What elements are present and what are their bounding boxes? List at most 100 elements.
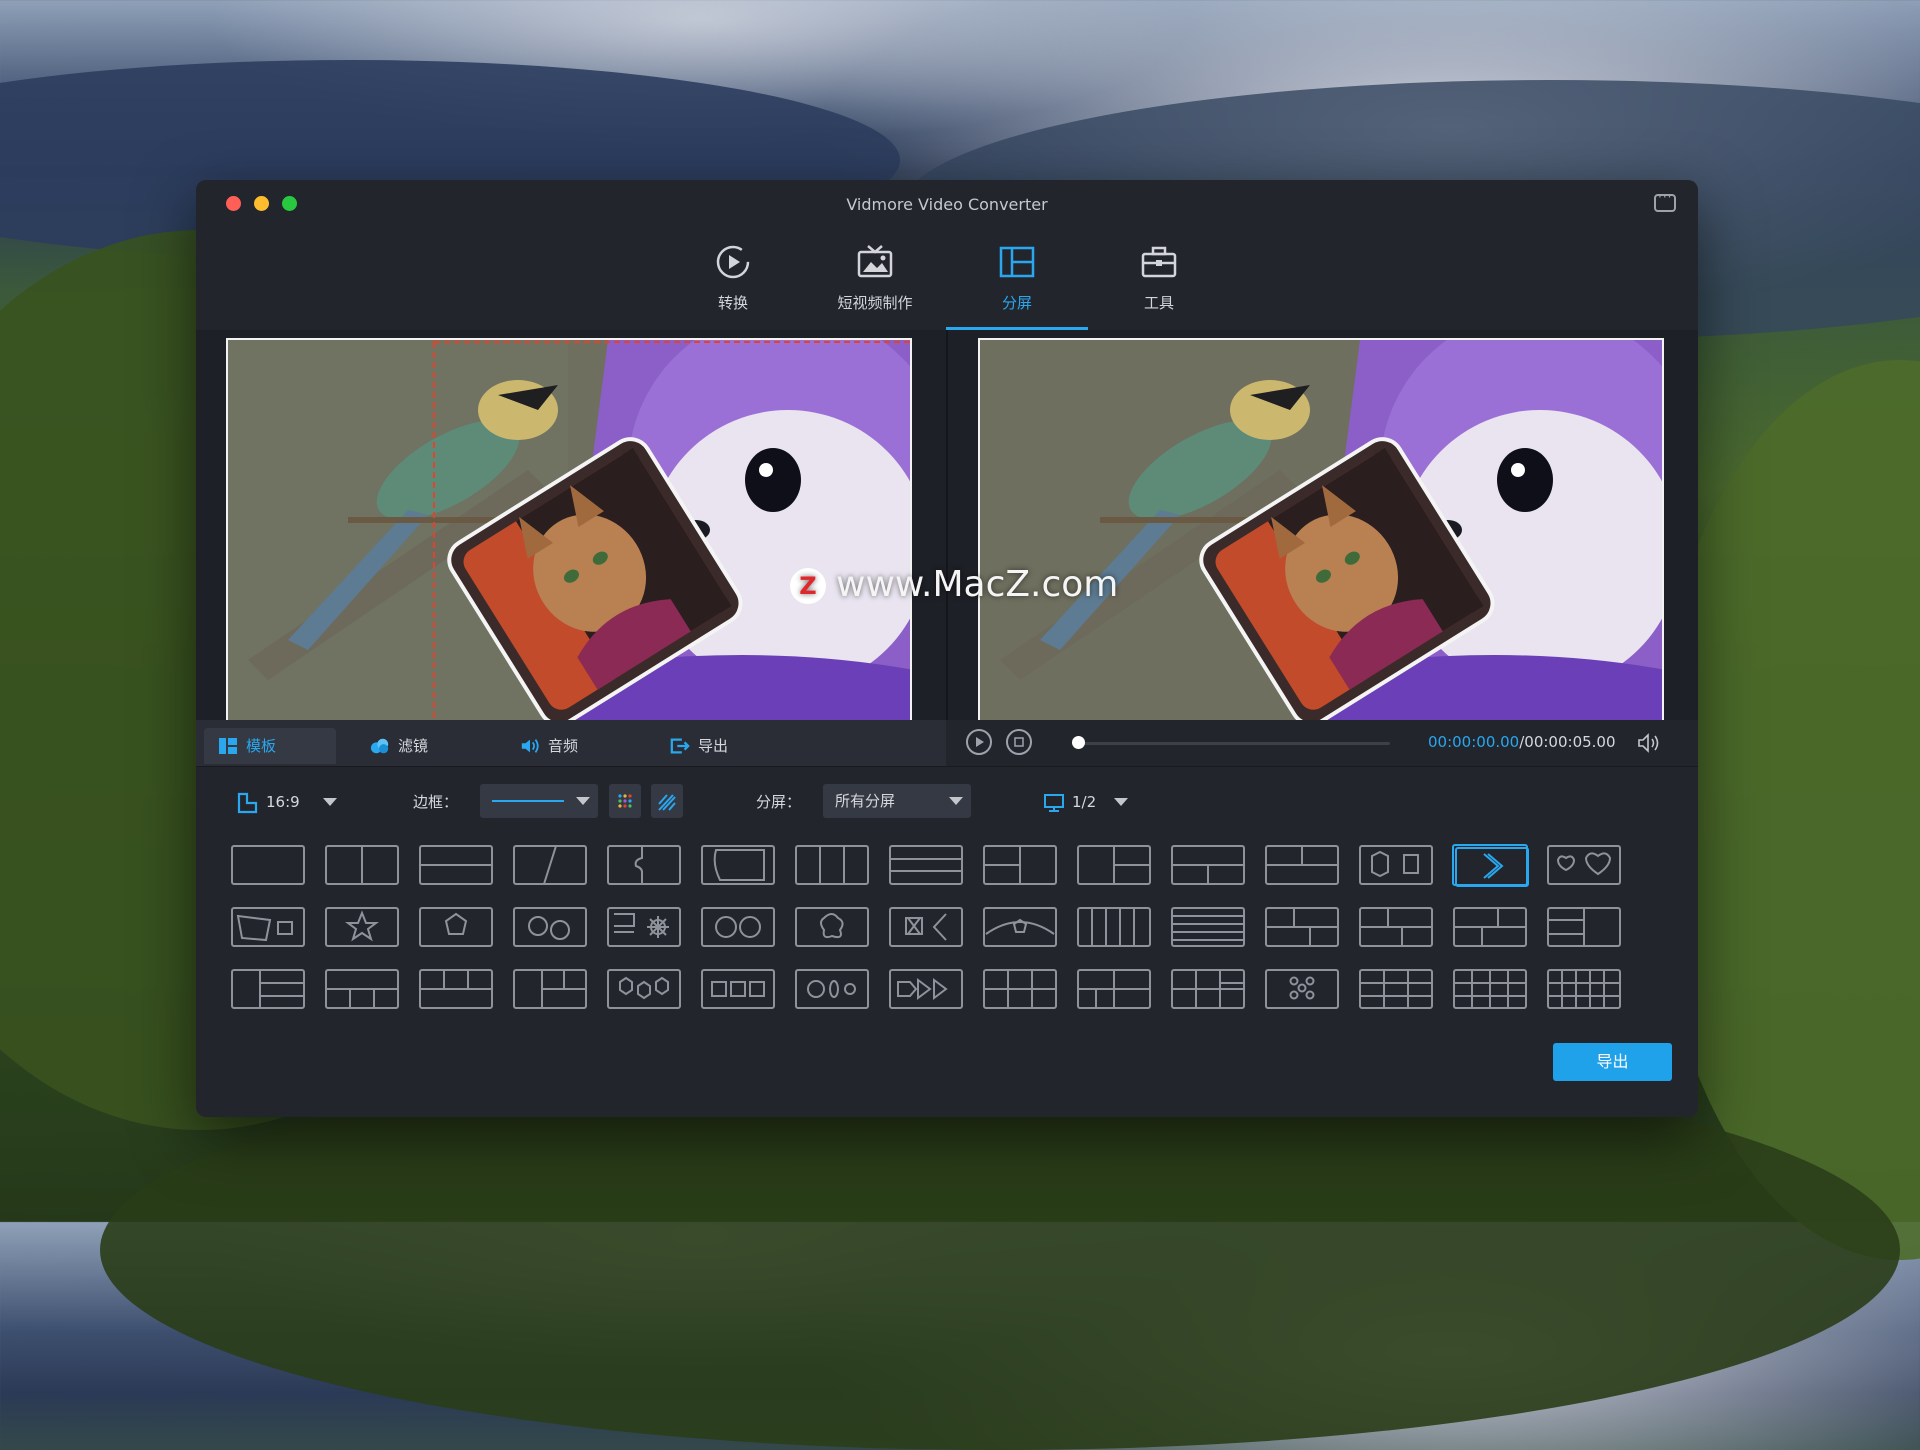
- split-template-10[interactable]: [1076, 844, 1152, 886]
- border-color-button[interactable]: [609, 784, 641, 818]
- main-tabs: 转换 短视频制作 分屏 工具: [196, 238, 1698, 330]
- tab-mv[interactable]: 短视频制作: [804, 238, 946, 330]
- template-layout-icon: [325, 907, 399, 947]
- split-template-15[interactable]: [1546, 844, 1622, 886]
- split-template-2[interactable]: [324, 844, 400, 886]
- tab-filter[interactable]: 滤镜: [356, 728, 486, 764]
- split-template-35[interactable]: [606, 968, 682, 1010]
- page-value: 1/2: [1072, 793, 1097, 811]
- split-template-16[interactable]: [230, 906, 306, 948]
- split-template-31[interactable]: [230, 968, 306, 1010]
- split-template-3[interactable]: [418, 844, 494, 886]
- template-layout-icon: [607, 969, 681, 1009]
- split-template-14[interactable]: [1452, 844, 1529, 887]
- split-template-1[interactable]: [230, 844, 306, 886]
- split-label: 分屏：: [756, 793, 802, 811]
- page-select[interactable]: 1/2: [1044, 784, 1172, 820]
- watermark-text: www.MacZ.com: [836, 564, 1119, 605]
- template-layout-icon: [607, 907, 681, 947]
- template-layout-icon: [1359, 845, 1433, 885]
- export-button[interactable]: 导出: [1553, 1043, 1672, 1081]
- stop-button[interactable]: [1006, 729, 1032, 755]
- tab-convert[interactable]: 转换: [662, 238, 804, 330]
- template-layout-icon: [325, 969, 399, 1009]
- split-template-18[interactable]: [418, 906, 494, 948]
- template-layout-icon: [419, 969, 493, 1009]
- split-template-43[interactable]: [1358, 968, 1434, 1010]
- monitor-icon: [1044, 794, 1064, 812]
- feedback-chat-icon[interactable]: [1654, 190, 1676, 212]
- progress-track[interactable]: [1076, 742, 1390, 745]
- color-grid-icon: [618, 794, 632, 808]
- split-template-4[interactable]: [512, 844, 588, 886]
- chevron-down-icon: [1114, 798, 1128, 806]
- tab-audio[interactable]: 音频: [506, 728, 636, 764]
- split-template-6[interactable]: [700, 844, 776, 886]
- total-time: /00:00:05.00: [1519, 733, 1616, 751]
- split-template-17[interactable]: [324, 906, 400, 948]
- split-template-11[interactable]: [1170, 844, 1246, 886]
- split-template-44[interactable]: [1452, 968, 1528, 1010]
- split-template-12[interactable]: [1264, 844, 1340, 886]
- split-template-34[interactable]: [512, 968, 588, 1010]
- split-template-24[interactable]: [982, 906, 1058, 948]
- split-template-13[interactable]: [1358, 844, 1434, 886]
- template-layout-icon: [607, 845, 681, 885]
- filter-icon: [370, 738, 389, 754]
- tab-toolbox[interactable]: 工具: [1088, 238, 1230, 330]
- split-template-7[interactable]: [794, 844, 870, 886]
- split-type-select[interactable]: 所有分屏: [823, 784, 971, 818]
- template-layout-icon: [513, 907, 587, 947]
- split-template-9[interactable]: [982, 844, 1058, 886]
- progress-knob[interactable]: [1072, 736, 1085, 749]
- border-pattern-button[interactable]: [651, 784, 683, 818]
- split-template-20[interactable]: [606, 906, 682, 948]
- aspect-ratio-select[interactable]: 16:9: [236, 784, 376, 820]
- chevron-down-icon: [949, 797, 963, 805]
- split-template-45[interactable]: [1546, 968, 1622, 1010]
- split-template-32[interactable]: [324, 968, 400, 1010]
- split-template-27[interactable]: [1264, 906, 1340, 948]
- tab-template-label: 模板: [246, 737, 277, 755]
- split-template-39[interactable]: [982, 968, 1058, 1010]
- settings-bar: 16:9 边框： 分屏： 所有分屏 1/2: [196, 774, 1698, 834]
- play-button[interactable]: [966, 729, 992, 755]
- app-window: Vidmore Video Converter 转换 短视频制作: [196, 180, 1698, 1117]
- split-template-29[interactable]: [1452, 906, 1528, 948]
- split-template-36[interactable]: [700, 968, 776, 1010]
- split-template-19[interactable]: [512, 906, 588, 948]
- tab-split-screen[interactable]: 分屏: [946, 238, 1088, 330]
- split-template-37[interactable]: [794, 968, 870, 1010]
- split-template-33[interactable]: [418, 968, 494, 1010]
- template-grid: [230, 844, 1630, 1044]
- split-template-40[interactable]: [1076, 968, 1152, 1010]
- chevron-down-icon: [576, 797, 590, 805]
- split-template-42[interactable]: [1264, 968, 1340, 1010]
- audio-icon: [521, 739, 539, 753]
- split-template-28[interactable]: [1358, 906, 1434, 948]
- split-template-22[interactable]: [794, 906, 870, 948]
- template-layout-icon: [1547, 845, 1621, 885]
- player-controls: 00:00:00.00/00:00:05.00: [946, 720, 1698, 766]
- template-layout-icon: [1171, 969, 1245, 1009]
- split-template-23[interactable]: [888, 906, 964, 948]
- split-template-38[interactable]: [888, 968, 964, 1010]
- tab-export[interactable]: 导出: [656, 728, 786, 764]
- split-template-26[interactable]: [1170, 906, 1246, 948]
- template-layout-icon: [513, 969, 587, 1009]
- template-layout-icon: [1453, 907, 1527, 947]
- split-template-8[interactable]: [888, 844, 964, 886]
- border-style-select[interactable]: [480, 784, 598, 818]
- convert-icon: [716, 245, 750, 279]
- tab-template[interactable]: 模板: [204, 728, 336, 764]
- split-template-30[interactable]: [1546, 906, 1622, 948]
- split-template-41[interactable]: [1170, 968, 1246, 1010]
- tab-label: 短视频制作: [837, 294, 913, 312]
- split-template-21[interactable]: [700, 906, 776, 948]
- split-template-25[interactable]: [1076, 906, 1152, 948]
- volume-icon[interactable]: [1637, 732, 1661, 754]
- time-display: 00:00:00.00/00:00:05.00: [1428, 733, 1616, 751]
- split-template-5[interactable]: [606, 844, 682, 886]
- tab-audio-label: 音频: [548, 737, 579, 755]
- edit-preview[interactable]: [226, 338, 912, 722]
